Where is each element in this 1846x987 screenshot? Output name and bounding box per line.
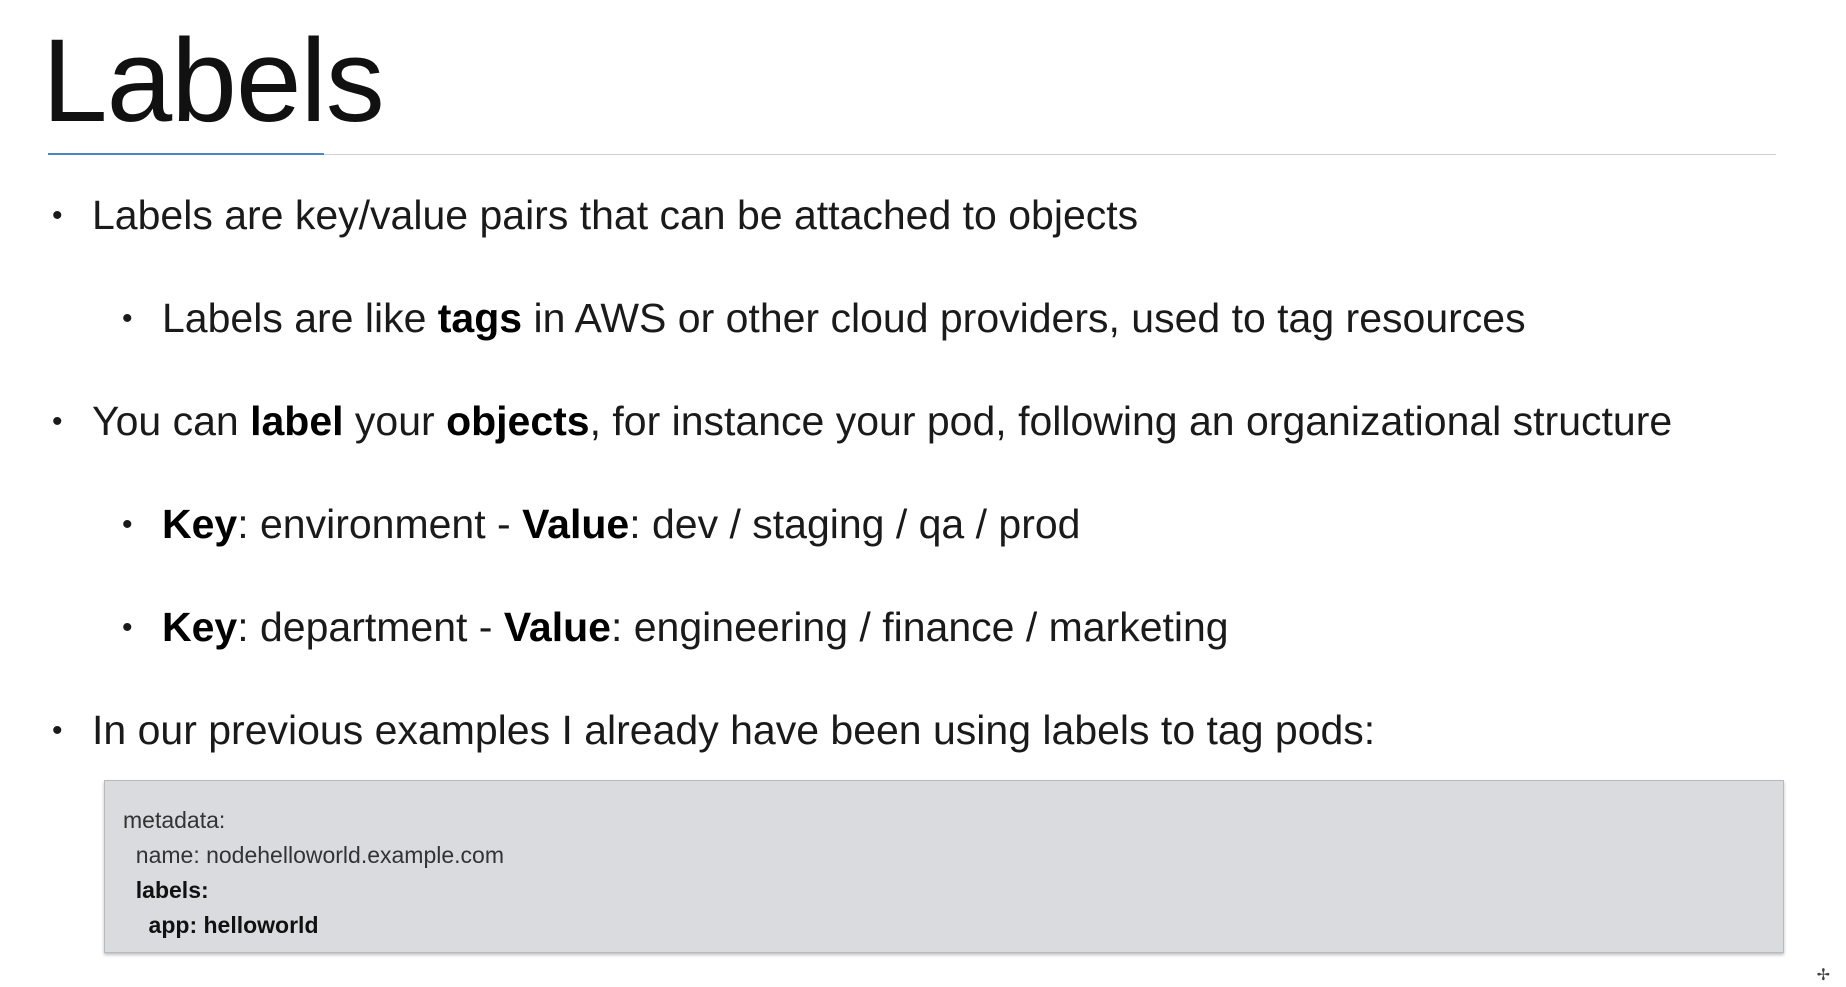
bullet-dot-icon: • — [52, 199, 63, 232]
bullet-dot-icon: • — [52, 405, 63, 438]
bullet-text: You can label your objects, for instance… — [92, 397, 1672, 446]
text-run: in AWS or other cloud providers, used to… — [522, 295, 1526, 341]
emphasis-value: Value — [522, 501, 630, 547]
slide-title: Labels — [42, 15, 385, 147]
text-run: : department - — [237, 604, 504, 650]
bullet-text: Key: department - Value: engineering / f… — [162, 603, 1229, 652]
code-line-app: app: helloworld — [123, 912, 319, 938]
code-line-name: name: nodehelloworld.example.com — [123, 842, 504, 868]
emphasis-value: Value — [503, 604, 611, 650]
cursor-icon: ✢ — [1816, 967, 1830, 984]
emphasis-label: label — [250, 398, 344, 444]
bullet-text: Labels are like tags in AWS or other clo… — [162, 294, 1526, 343]
bullet-text: In our previous examples I already have … — [92, 707, 1376, 753]
text-run: : dev / staging / qa / prod — [629, 501, 1081, 547]
bullet-text: Labels are key/value pairs that can be a… — [92, 192, 1139, 238]
code-line-labels: labels: — [123, 877, 209, 903]
code-line-metadata: metadata: — [123, 807, 226, 833]
bullet-label-objects: • You can label your objects, for instan… — [52, 397, 1672, 446]
text-run: : engineering / finance / marketing — [610, 604, 1229, 650]
emphasis-objects: objects — [446, 398, 590, 444]
emphasis-key: Key — [162, 604, 238, 650]
title-accent-bar — [48, 153, 324, 155]
bullet-labels-like-tags: • Labels are like tags in AWS or other c… — [122, 294, 1526, 343]
text-run: your — [343, 398, 447, 444]
code-snippet-box: metadata: name: nodehelloworld.example.c… — [104, 780, 1784, 953]
text-run: Labels are like — [162, 295, 438, 341]
emphasis-key: Key — [162, 501, 238, 547]
bullet-dot-icon: • — [122, 302, 133, 335]
text-run: You can — [92, 398, 251, 444]
bullet-previous-examples: • In our previous examples I already hav… — [52, 706, 1375, 755]
text-run: : environment - — [237, 501, 523, 547]
bullet-dot-icon: • — [52, 714, 63, 747]
bullet-key-environment: • Key: environment - Value: dev / stagin… — [122, 500, 1080, 549]
text-run: , for instance your pod, following an or… — [589, 398, 1673, 444]
bullet-dot-icon: • — [122, 611, 133, 644]
bullet-dot-icon: • — [122, 508, 133, 541]
emphasis-tags: tags — [437, 295, 523, 341]
bullet-text: Key: environment - Value: dev / staging … — [162, 500, 1080, 549]
bullet-labels-definition: • Labels are key/value pairs that can be… — [52, 191, 1138, 240]
bullet-key-department: • Key: department - Value: engineering /… — [122, 603, 1229, 652]
